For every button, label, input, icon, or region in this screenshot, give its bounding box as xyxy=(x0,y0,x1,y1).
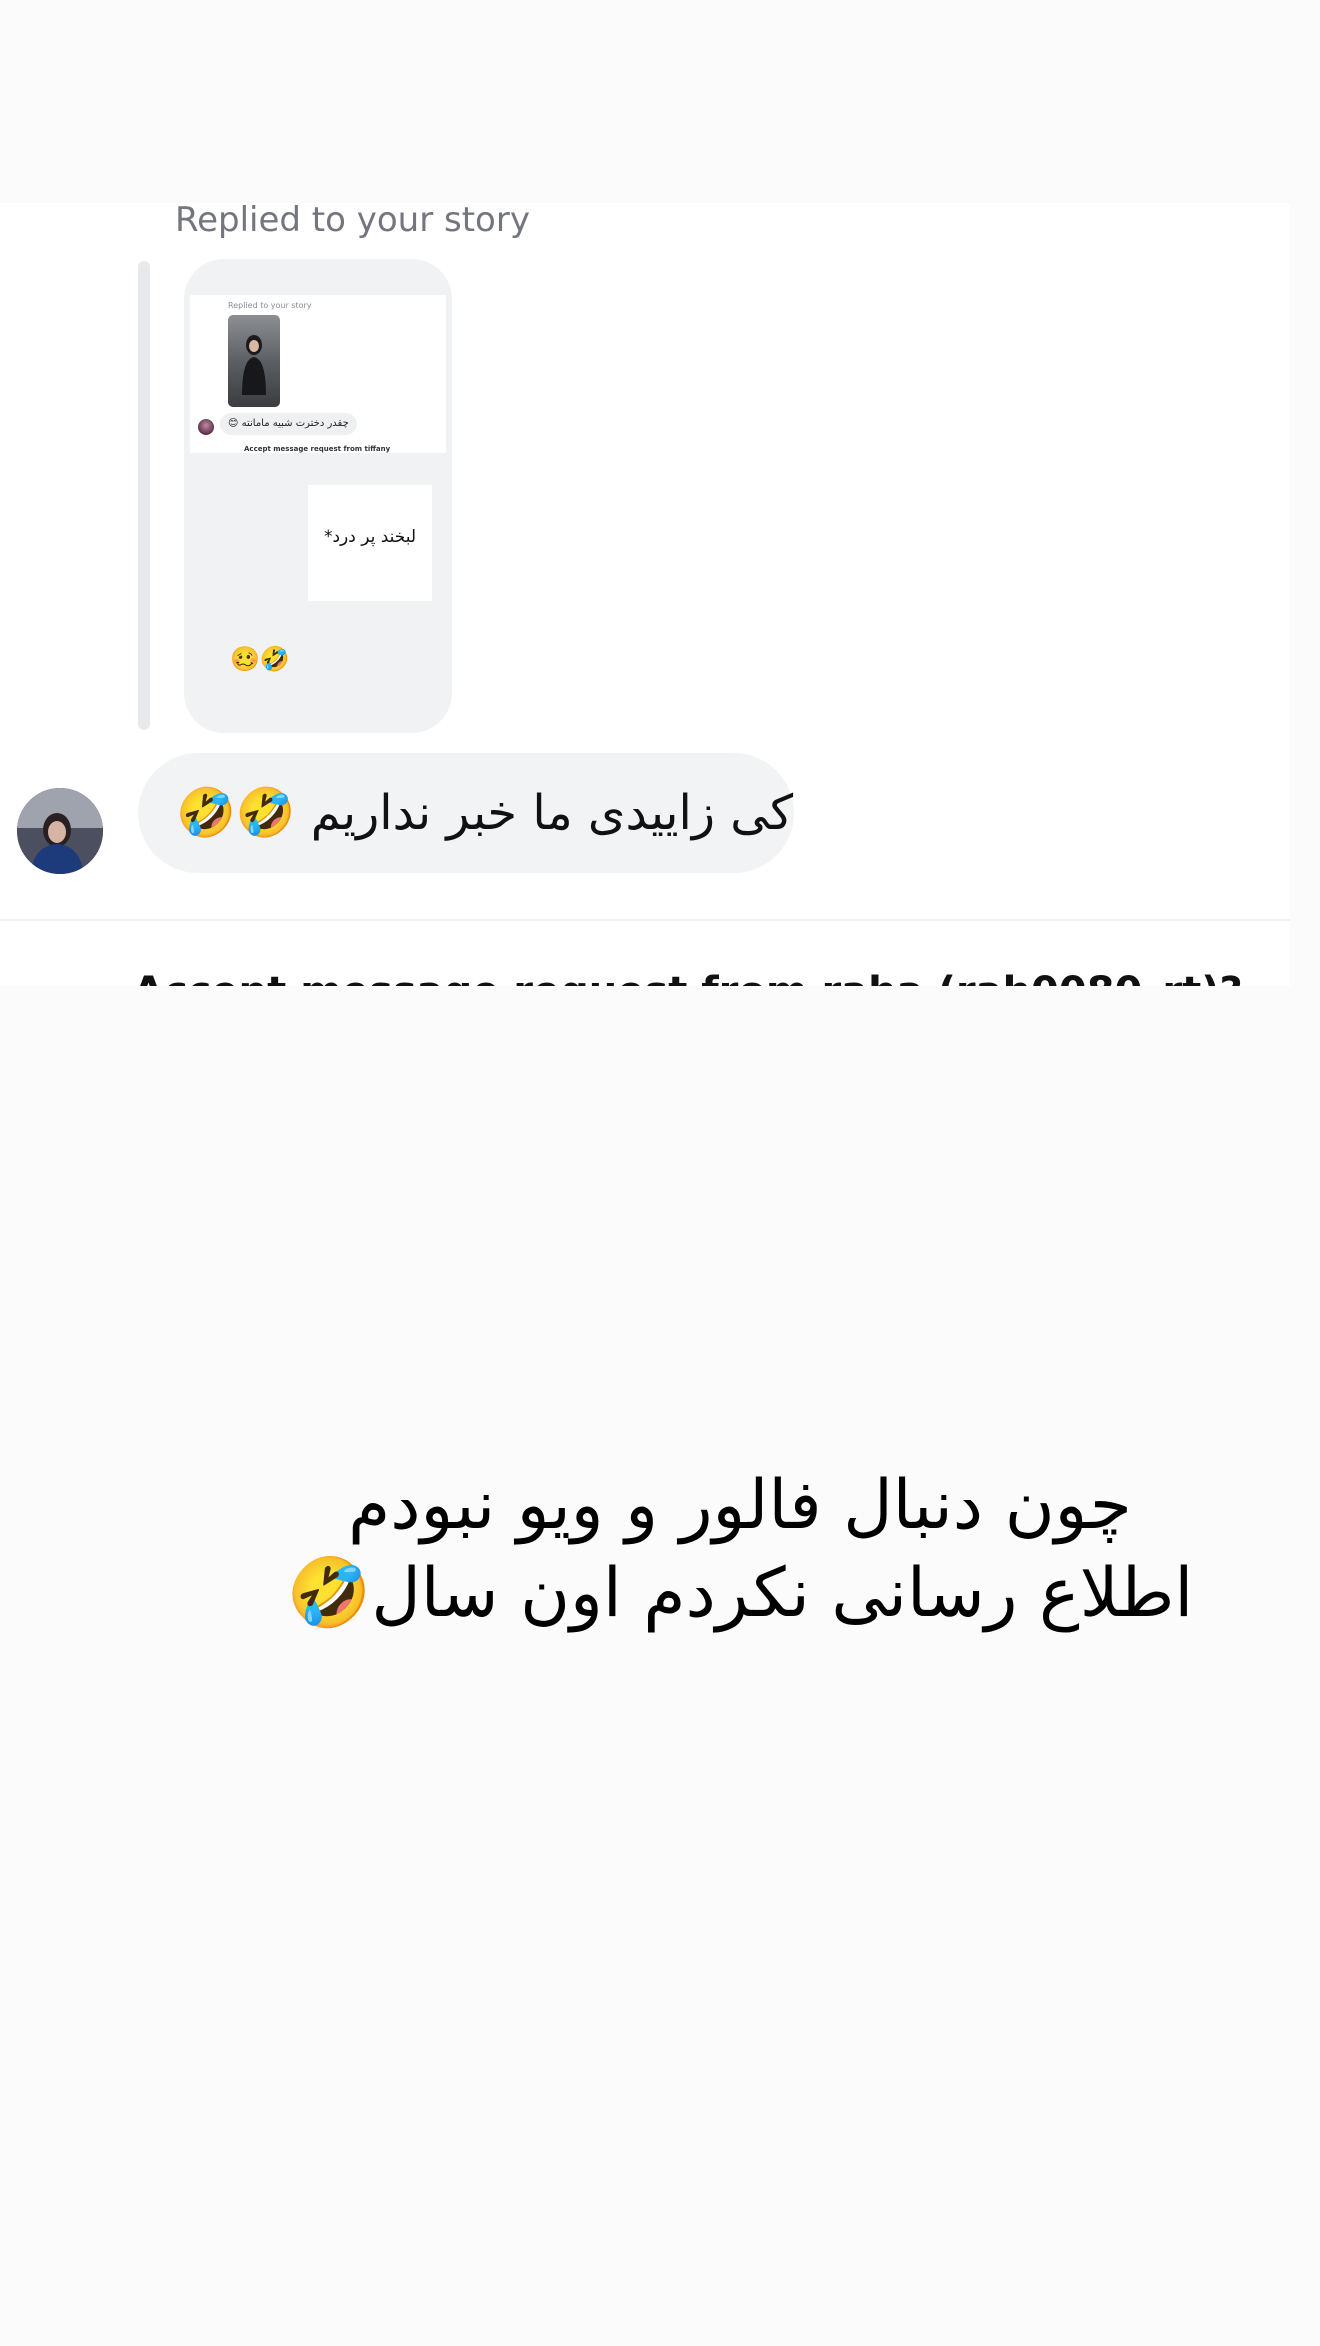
dm-screenshot-card: Replied to your story Replied to your st… xyxy=(0,203,1290,986)
reply-quote-bar xyxy=(138,261,150,730)
thumbnail-text-box: لبخند پر درد* xyxy=(308,485,432,601)
replied-to-story-label: Replied to your story xyxy=(175,203,530,240)
thumbnail-accept-text: Accept message request from tiffany xyxy=(244,445,391,453)
divider xyxy=(0,919,1290,921)
thumbnail-box-text: لبخند پر درد* xyxy=(323,527,417,547)
screen: Replied to your story Replied to your st… xyxy=(0,0,1320,2346)
thumbnail-replied-label: Replied to your story xyxy=(228,301,312,310)
message-bubble[interactable]: کی زاییدی ما خبر نداریم 🤣🤣 xyxy=(138,753,794,873)
thumbnail-emoji-row: 🥴🤣 xyxy=(230,645,290,673)
caption-text: چون دنبال فالور و ویو نبودم اطلاع رسانی … xyxy=(260,1462,1220,1638)
caption-line-1: چون دنبال فالور و ویو نبودم xyxy=(348,1466,1132,1545)
thumbnail-message-bubble: چقدر دخترت شبیه مامانته 😊 xyxy=(220,413,357,435)
profile-photo-icon xyxy=(17,788,103,874)
message-text: کی زاییدی ما خبر نداریم 🤣🤣 xyxy=(176,785,794,841)
accept-request-text: Accept message request from raha (rah008… xyxy=(133,969,1243,986)
person-silhouette-icon xyxy=(242,335,266,395)
story-thumbnail[interactable]: Replied to your story چقدر دخترت شبیه ما… xyxy=(184,259,452,733)
sender-avatar[interactable] xyxy=(17,788,103,874)
caption-line-2: اطلاع رسانی نکردم اون سال🤣 xyxy=(286,1554,1194,1633)
thumbnail-avatar xyxy=(198,419,214,435)
thumbnail-story-photo xyxy=(228,315,280,407)
